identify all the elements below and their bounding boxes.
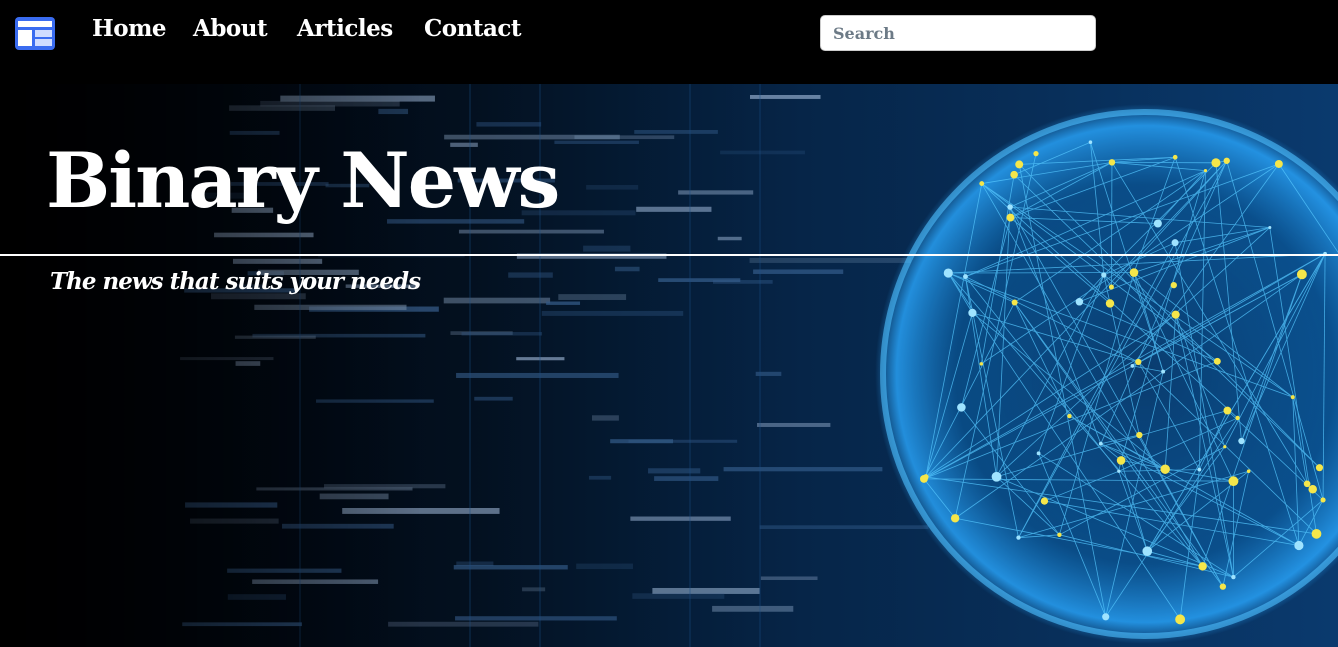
nav-link-home[interactable]: Home (92, 15, 167, 42)
divider (0, 254, 1338, 256)
nav-link-about[interactable]: About (193, 15, 268, 42)
search-input[interactable] (820, 15, 1096, 51)
nav-link-articles[interactable]: Articles (297, 15, 393, 42)
nav-link-contact[interactable]: Contact (424, 15, 522, 42)
site-title: Binary News (46, 136, 560, 225)
navbar: Home About Articles Contact (0, 0, 1338, 84)
layout-window-icon[interactable] (14, 16, 56, 51)
hero-banner: Binary News The news that suits your nee… (0, 84, 1338, 647)
site-tagline: The news that suits your needs (50, 268, 421, 295)
